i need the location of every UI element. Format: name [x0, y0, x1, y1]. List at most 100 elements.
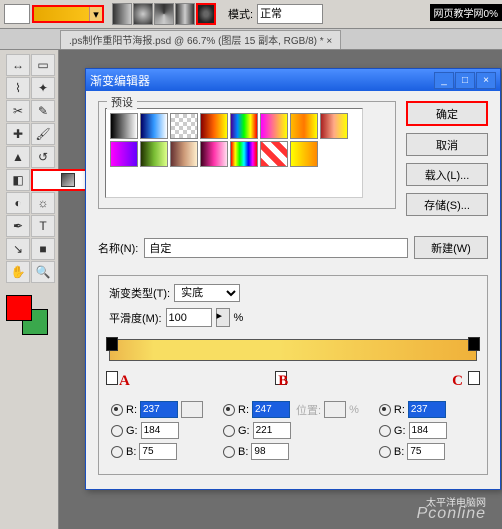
- close-button[interactable]: ×: [476, 72, 496, 89]
- path-select-tool[interactable]: ↘: [6, 238, 30, 260]
- mode-label: 模式:: [228, 6, 253, 22]
- marquee-tool[interactable]: ▭: [31, 54, 55, 76]
- cancel-button[interactable]: 取消: [406, 133, 488, 156]
- preset-swatch[interactable]: [140, 113, 168, 139]
- lasso-tool[interactable]: ⌇: [6, 77, 30, 99]
- gradient-edit-group: 渐变类型(T): 实底 平滑度(M): ▸ % A: [98, 275, 488, 475]
- gradient-type-select[interactable]: 实底: [174, 284, 240, 302]
- rgb-col-b: R: 位置:% G: B:: [223, 401, 359, 460]
- a-b[interactable]: [139, 443, 177, 460]
- a-g[interactable]: [141, 422, 179, 439]
- radio-b[interactable]: [379, 446, 391, 458]
- percent-label: %: [234, 312, 244, 324]
- radio-r[interactable]: [379, 404, 391, 416]
- preset-swatch[interactable]: [230, 141, 258, 167]
- hand-tool[interactable]: ✋: [6, 261, 30, 283]
- tool-preset[interactable]: [4, 4, 30, 24]
- document-tab[interactable]: .ps制作重阳节海报.psd @ 66.7% (图层 15 副本, RGB/8)…: [60, 30, 341, 49]
- name-input[interactable]: [144, 238, 408, 258]
- diamond-gradient-button[interactable]: [196, 3, 216, 25]
- radio-g[interactable]: [111, 425, 123, 437]
- radio-g[interactable]: [223, 425, 235, 437]
- angle-gradient-button[interactable]: [154, 3, 174, 25]
- heal-tool[interactable]: ✚: [6, 123, 30, 145]
- blur-tool[interactable]: ◐: [6, 192, 30, 214]
- preset-swatch[interactable]: [170, 141, 198, 167]
- toolbox: ↔ ▭ ⌇ ✦ ✂ ✎ ✚ 🖌 ▲ ↺ ◧ ◐ ☼ ✒ T ↘ ■ ✋ 🔍: [0, 50, 59, 529]
- gradient-type-buttons: [112, 3, 216, 25]
- crop-tool[interactable]: ✂: [6, 100, 30, 122]
- wand-tool[interactable]: ✦: [31, 77, 55, 99]
- radio-g[interactable]: [379, 425, 391, 437]
- smoothness-input[interactable]: [166, 308, 212, 327]
- reflected-gradient-button[interactable]: [175, 3, 195, 25]
- work-area: ↔ ▭ ⌇ ✦ ✂ ✎ ✚ 🖌 ▲ ↺ ◧ ◐ ☼ ✒ T ↘ ■ ✋ 🔍: [0, 50, 502, 529]
- color-stop-c[interactable]: [468, 371, 480, 385]
- radio-b[interactable]: [111, 446, 123, 458]
- preset-swatch[interactable]: [200, 113, 228, 139]
- preset-group: 预设: [98, 101, 396, 209]
- chevron-down-icon[interactable]: ▾: [89, 7, 102, 21]
- maximize-button[interactable]: □: [455, 72, 475, 89]
- new-button[interactable]: 新建(W): [414, 236, 488, 259]
- a-r[interactable]: [140, 401, 178, 418]
- eyedropper-tool[interactable]: ✎: [31, 100, 55, 122]
- foreground-color[interactable]: [6, 295, 32, 321]
- pen-tool[interactable]: ✒: [6, 215, 30, 237]
- minimize-button[interactable]: _: [434, 72, 454, 89]
- radio-b[interactable]: [223, 446, 235, 458]
- preset-swatch[interactable]: [110, 113, 138, 139]
- linear-gradient-button[interactable]: [112, 3, 132, 25]
- smoothness-label: 平滑度(M):: [109, 310, 162, 326]
- preset-grid[interactable]: [105, 108, 363, 198]
- rgb-col-a: R: G: B:: [111, 401, 203, 460]
- preset-swatch[interactable]: [140, 141, 168, 167]
- color-stop-a[interactable]: [106, 371, 118, 385]
- eraser-tool[interactable]: ◧: [6, 169, 30, 191]
- opacity-stop-right[interactable]: [468, 337, 480, 351]
- load-button[interactable]: 载入(L)...: [406, 163, 488, 186]
- gradient-bar[interactable]: A B C: [109, 339, 477, 383]
- b-b[interactable]: [251, 443, 289, 460]
- preset-swatch[interactable]: [320, 113, 348, 139]
- stamp-tool[interactable]: ▲: [6, 146, 30, 168]
- smoothness-stepper[interactable]: ▸: [216, 308, 230, 327]
- shape-tool[interactable]: ■: [31, 238, 55, 260]
- dialog-titlebar[interactable]: 渐变编辑器 _ □ ×: [86, 69, 500, 91]
- brush-tool[interactable]: 🖌: [31, 123, 55, 145]
- type-tool[interactable]: T: [31, 215, 55, 237]
- dodge-tool[interactable]: ☼: [31, 192, 55, 214]
- c-r[interactable]: [408, 401, 446, 418]
- preset-swatch[interactable]: [290, 113, 318, 139]
- color-swatches[interactable]: [6, 295, 54, 335]
- gradient-picker[interactable]: ▾: [32, 5, 104, 23]
- ok-button[interactable]: 确定: [406, 101, 488, 126]
- gradient-editor-dialog: 渐变编辑器 _ □ × 预设 确定 取消 载入(L)... 存储(S)...: [85, 68, 501, 490]
- mark-c: C: [452, 373, 463, 390]
- site-watermark: 网页教学网0%: [430, 4, 502, 21]
- c-b[interactable]: [407, 443, 445, 460]
- radio-r[interactable]: [223, 404, 235, 416]
- move-tool[interactable]: ↔: [6, 54, 30, 76]
- mark-b: B: [278, 373, 288, 390]
- col-swatch[interactable]: [324, 401, 346, 418]
- col-swatch[interactable]: [181, 401, 203, 418]
- zoom-tool[interactable]: 🔍: [31, 261, 55, 283]
- radio-r[interactable]: [111, 404, 123, 416]
- history-brush-tool[interactable]: ↺: [31, 146, 55, 168]
- preset-swatch[interactable]: [290, 141, 318, 167]
- b-r[interactable]: [252, 401, 290, 418]
- radial-gradient-button[interactable]: [133, 3, 153, 25]
- mark-a: A: [119, 373, 130, 390]
- opacity-stop-left[interactable]: [106, 337, 118, 351]
- b-g[interactable]: [253, 422, 291, 439]
- preset-swatch[interactable]: [260, 113, 288, 139]
- preset-swatch[interactable]: [230, 113, 258, 139]
- preset-swatch[interactable]: [200, 141, 228, 167]
- mode-select[interactable]: 正常: [257, 4, 323, 24]
- preset-swatch[interactable]: [110, 141, 138, 167]
- c-g[interactable]: [409, 422, 447, 439]
- preset-swatch[interactable]: [170, 113, 198, 139]
- preset-swatch[interactable]: [260, 141, 288, 167]
- save-button[interactable]: 存储(S)...: [406, 193, 488, 216]
